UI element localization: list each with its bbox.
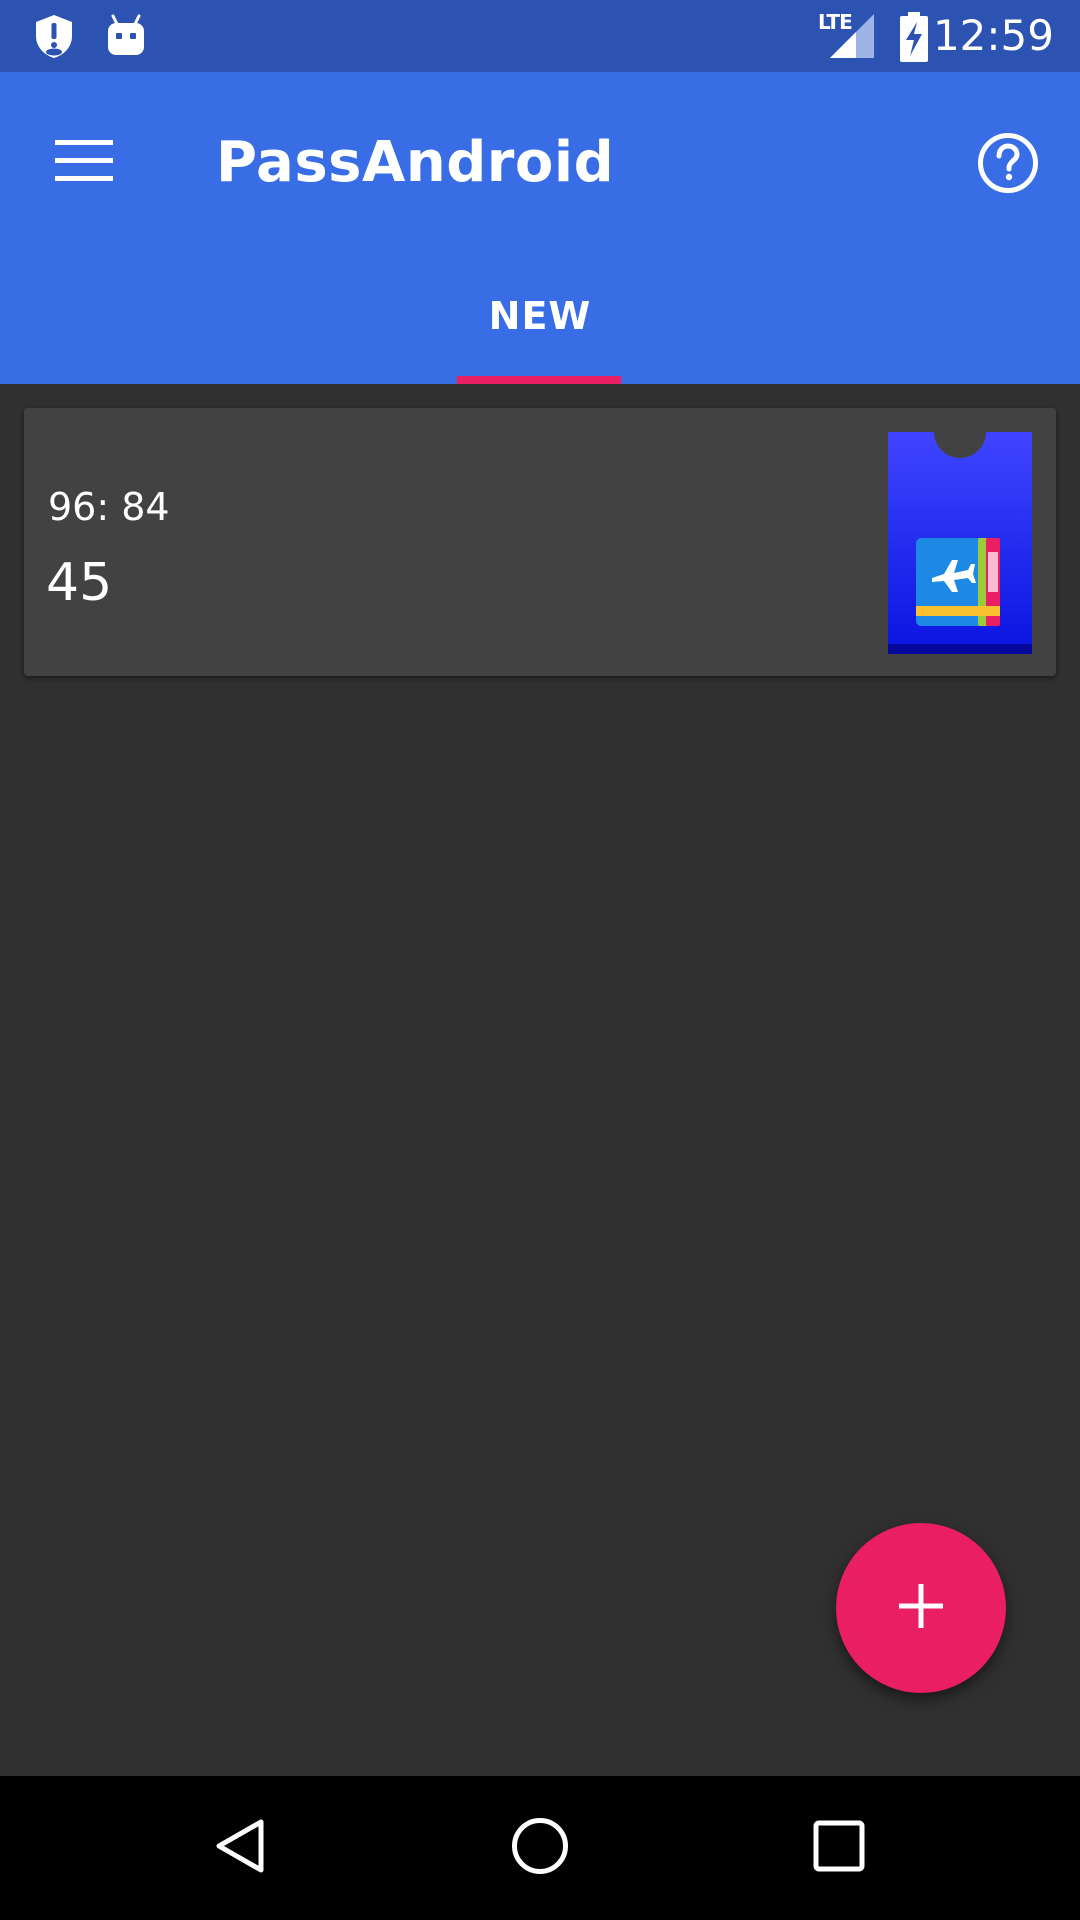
add-icon xyxy=(899,1584,943,1632)
home-icon xyxy=(510,1816,570,1880)
network-type-label: LTE xyxy=(818,10,853,34)
tab-label: NEW xyxy=(488,294,592,338)
vpn-shield-icon xyxy=(30,12,78,60)
recents-button[interactable] xyxy=(791,1800,887,1896)
help-circle-icon xyxy=(977,132,1039,198)
hamburger-menu-icon xyxy=(55,140,113,186)
back-button[interactable] xyxy=(193,1800,289,1896)
help-button[interactable] xyxy=(962,119,1054,211)
status-bar: LTE 12:59 xyxy=(0,0,1080,72)
home-button[interactable] xyxy=(492,1800,588,1896)
app-bar: PassAndroid NEW xyxy=(0,72,1080,384)
back-icon xyxy=(211,1816,271,1880)
screen: LTE 12:59 PassAndroid NEW 96: 84 45 xyxy=(0,0,1080,1920)
pass-line-2: 45 xyxy=(46,553,113,613)
android-debug-icon xyxy=(102,12,150,60)
tab-new[interactable]: NEW xyxy=(0,272,1080,384)
pass-card[interactable]: 96: 84 45 xyxy=(24,408,1056,676)
add-pass-button[interactable] xyxy=(836,1523,1006,1693)
recents-icon xyxy=(812,1819,866,1877)
boarding-pass-icon xyxy=(888,432,1032,654)
battery-charging-icon xyxy=(898,12,930,62)
status-time: 12:59 xyxy=(932,11,1054,60)
menu-button[interactable] xyxy=(38,117,130,209)
tab-indicator xyxy=(457,376,621,384)
pass-line-1: 96: 84 xyxy=(48,485,170,529)
navigation-bar xyxy=(0,1776,1080,1920)
app-title: PassAndroid xyxy=(216,130,615,195)
